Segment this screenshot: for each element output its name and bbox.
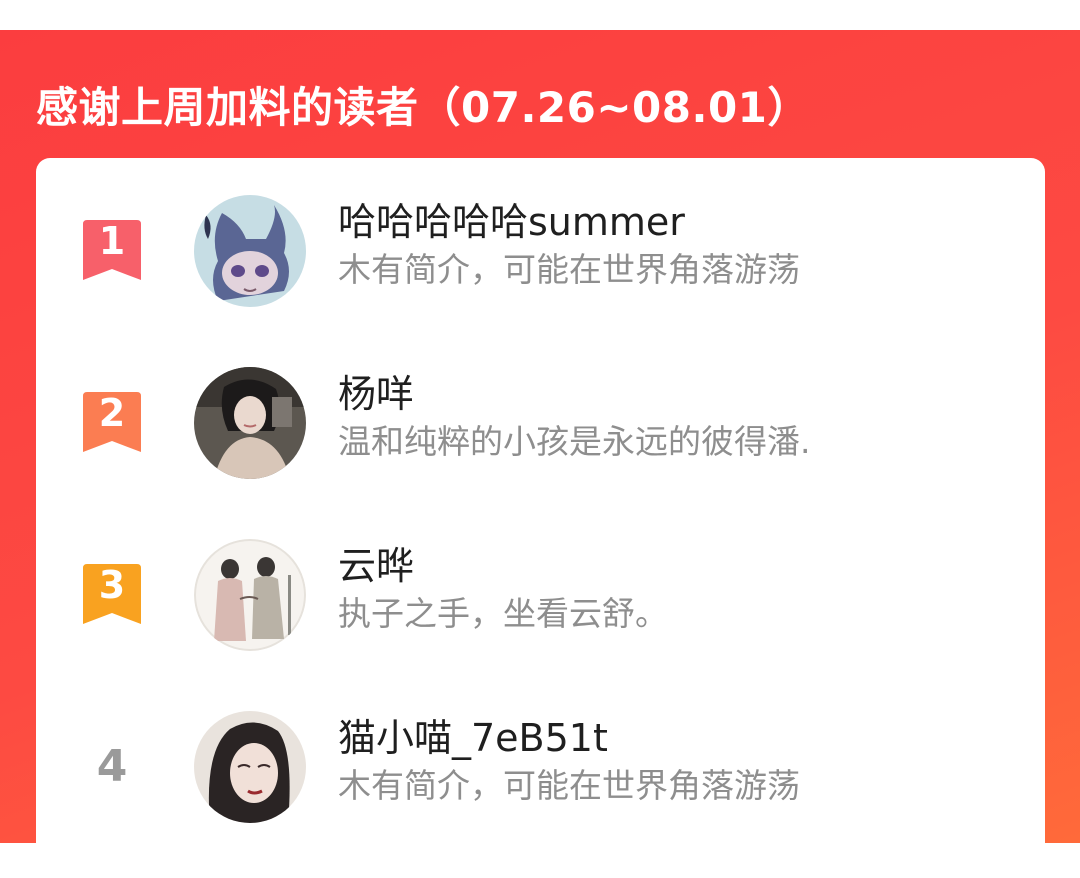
reader-name[interactable]: 哈哈哈哈哈summer [338, 198, 685, 246]
avatar[interactable] [194, 711, 306, 823]
rank-number-4: 4 [96, 741, 128, 792]
reader-bio: 木有简介，可能在世界角落游荡 [338, 766, 800, 805]
rank-badge-2: 2 [83, 392, 141, 452]
reader-bio: 木有简介，可能在世界角落游荡 [338, 250, 800, 289]
rank-badge-1: 1 [83, 220, 141, 280]
reader-row-2[interactable]: 2 杨咩 温和纯粹的小孩是永远的彼得潘. [36, 330, 1045, 502]
anime-character-icon [194, 195, 306, 307]
avatar[interactable] [194, 367, 306, 479]
rank-number: 1 [98, 219, 126, 263]
rank-number: 3 [98, 563, 126, 607]
reader-name[interactable]: 猫小喵_7eB51t [338, 714, 608, 762]
reader-row-4[interactable]: 4 猫小喵_7eB51t 木有简介，可能在世界角落游荡 [36, 674, 1045, 846]
rank-number: 2 [98, 391, 126, 435]
avatar[interactable] [194, 195, 306, 307]
top-strip [0, 0, 1080, 30]
ink-painting-couple-icon [194, 539, 306, 651]
rank-badge-3: 3 [83, 564, 141, 624]
reader-name[interactable]: 杨咩 [338, 370, 414, 418]
reader-row-1[interactable]: 1 哈哈哈哈哈summer 木有简介，可能在世界角落游荡 [36, 158, 1045, 330]
reader-row-3[interactable]: 3 云晔 执子之手，坐看云舒。 [36, 502, 1045, 674]
avatar[interactable] [194, 539, 306, 651]
panel-title: 感谢上周加料的读者（07.26~08.01） [36, 83, 810, 132]
reader-bio: 温和纯粹的小孩是永远的彼得潘. [338, 422, 811, 461]
readers-list-card: 1 哈哈哈哈哈summer 木有简介，可能在世界角落游荡 2 杨咩 温和纯粹的小… [36, 158, 1045, 878]
girl-photo-icon [194, 367, 306, 479]
reader-name[interactable]: 云晔 [338, 542, 414, 590]
reader-bio: 执子之手，坐看云舒。 [338, 594, 668, 633]
woman-portrait-icon [194, 711, 306, 823]
weekly-readers-panel: 感谢上周加料的读者（07.26~08.01） 1 哈哈哈哈哈summer 木有简… [0, 30, 1080, 878]
